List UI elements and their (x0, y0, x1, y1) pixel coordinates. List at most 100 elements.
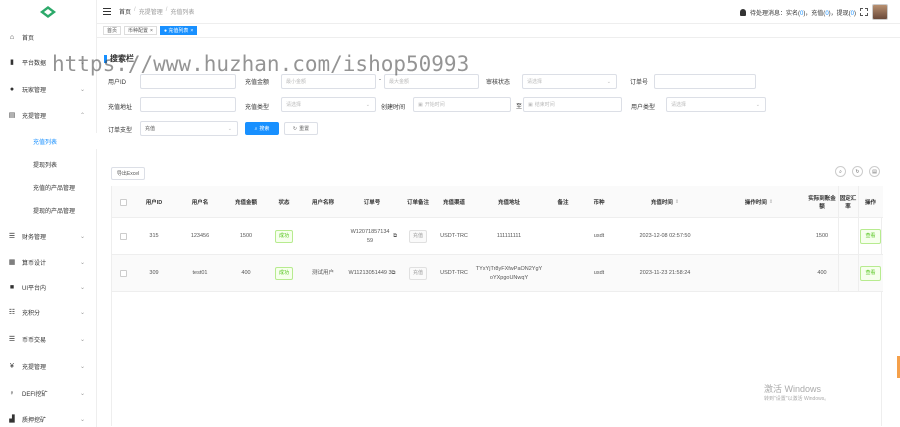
sidebar-item-label: 财务管理 (22, 234, 47, 241)
order-no-input[interactable] (654, 74, 756, 89)
start-time-input[interactable]: ▣ 开始时间 (413, 97, 511, 112)
chevron-down-icon: ⌄ (227, 125, 232, 132)
submenu-withdraw-products[interactable]: 提现的产品管理 (0, 202, 97, 218)
tag-home[interactable]: 首页 (103, 26, 122, 35)
view-button[interactable]: 查看 (860, 266, 881, 281)
recharge-type-select[interactable]: 请选择 ⌄ (281, 97, 376, 112)
row-checkbox[interactable] (119, 270, 127, 277)
th-recharge-time[interactable]: 充值时间 ⇕ (618, 186, 712, 218)
sort-icon[interactable]: ⇕ (675, 199, 679, 205)
cell-remark (546, 255, 580, 292)
row-checkbox[interactable] (119, 233, 127, 240)
table-row: 309 test01 400 成功 测试用户 W11213051449 3 ⧉ 充… (112, 255, 883, 292)
sidebar-item-recharge[interactable]: ▤ 充提管理 ⌃ (0, 106, 97, 124)
sidebar-item-label: 玩家管理 (22, 87, 47, 94)
cell-user-label (302, 218, 344, 255)
select-placeholder: 请选择 (286, 102, 302, 108)
sidebar-item-stake[interactable]: ▟ 质押挖矿 ⌄ (0, 410, 97, 427)
tag-coin-config[interactable]: 币种配置 × (124, 26, 157, 35)
view-button[interactable]: 查看 (860, 229, 881, 244)
amount-min-input[interactable]: 最小金额 (281, 74, 376, 89)
tag-recharge-list[interactable]: ● 充值列表 × (159, 26, 198, 35)
pending-notifications[interactable]: 待处理消息：实名(0)，充值(0)，提现(0) (750, 8, 856, 17)
breadcrumb-home[interactable]: 首页 (119, 7, 131, 16)
bell-icon[interactable] (739, 8, 746, 16)
sidebar: ⌂ 首页 ▮ 平台数据 ⌄ ● 玩家管理 ⌄ ▤ 充提管理 ⌃ 充值列表 提现列… (0, 0, 97, 427)
amount-max-input[interactable]: 最大金额 (384, 74, 479, 89)
sidebar-item-recharge-2[interactable]: ¥ 充提管理 ⌄ (0, 357, 97, 375)
export-excel-button[interactable]: 导出Excel (111, 167, 145, 180)
select-value: 充值 (145, 126, 156, 132)
copy-icon[interactable]: ⧉ (393, 232, 397, 241)
table-row: 315 123456 1500 成功 W12071857134 59 ⧉ 充值 U… (112, 218, 883, 255)
sidebar-item-exchange[interactable]: ☰ 币币交易 ⌄ (0, 330, 97, 348)
label-audit-status: 审核状态 (486, 80, 511, 86)
sidebar-item-platform[interactable]: ▮ 平台数据 ⌄ (0, 53, 97, 71)
search-section-icon (104, 54, 107, 63)
cell-order-note: 充值 (400, 218, 436, 255)
close-icon[interactable]: × (150, 28, 153, 34)
user-type-select[interactable]: 请选择 ⌄ (666, 97, 766, 112)
sidebar-item-coin[interactable]: ▦ 算币设计 ⌄ (0, 253, 97, 271)
audit-status-select[interactable]: 请选择 ⌄ (522, 74, 617, 89)
th-status: 状态 (278, 200, 290, 206)
cell-actions: 查看 (858, 255, 883, 292)
sidebar-item-players[interactable]: ● 玩家管理 ⌄ (0, 80, 97, 98)
sidebar-item-label: 充提管理 (22, 364, 47, 371)
submenu-withdraw-list[interactable]: 提现列表 (0, 156, 97, 172)
cell-amount: 1500 (239, 233, 253, 239)
close-icon[interactable]: × (190, 28, 193, 34)
chart-icon: ▮ (10, 59, 14, 66)
logo (0, 0, 96, 24)
cell-amount: 400 (241, 270, 251, 276)
sidebar-item-ui[interactable]: ■ UI平台内 ⌄ (0, 278, 97, 296)
user-id-input[interactable] (140, 74, 236, 89)
notif-text: ) (854, 10, 856, 17)
header-checkbox[interactable] (112, 186, 134, 218)
label-user-type: 用户类型 (631, 105, 656, 111)
reset-button[interactable]: ↻ 重置 (284, 122, 318, 135)
time-range-sep: 至 (516, 104, 523, 110)
end-time-input[interactable]: ▣ 结束时间 (523, 97, 622, 112)
refresh-icon[interactable]: ↻ (852, 166, 863, 177)
submenu-recharge-products[interactable]: 充值的产品管理 (0, 179, 97, 195)
exchange-icon: ☰ (8, 336, 16, 343)
column-divider (858, 186, 859, 292)
cell-channel: USDT-TRC (440, 270, 468, 276)
home-icon: ⌂ (9, 33, 15, 41)
search-button[interactable]: ⌕ 搜索 (245, 122, 279, 135)
order-type-select[interactable]: 充值 ⌄ (140, 121, 238, 136)
chevron-down-icon: ⌄ (79, 336, 85, 343)
fullscreen-icon[interactable] (860, 8, 868, 16)
sort-icon[interactable]: ⇕ (769, 199, 773, 205)
submenu-recharge-list[interactable]: 充值列表 (0, 133, 97, 149)
avatar[interactable] (872, 4, 888, 20)
cell-actions: 查看 (858, 218, 883, 255)
chevron-down-icon: ⌄ (79, 59, 85, 66)
label-order-no: 订单号 (630, 80, 649, 86)
wallet-icon: ▤ (8, 112, 16, 119)
tags-bar: 首页 币种配置 × ● 充值列表 × (97, 24, 900, 38)
order-no-text: W11213051449 3 (348, 270, 392, 276)
search-title-text: 搜索栏 (110, 54, 134, 63)
sidebar-item-points[interactable]: ☷ 充积分 ⌄ (0, 303, 97, 321)
breadcrumb-sep: / (134, 7, 136, 13)
chevron-down-icon: ⌄ (79, 416, 85, 423)
chevron-down-icon: ⌄ (79, 284, 85, 291)
columns-icon[interactable]: ▤ (869, 166, 880, 177)
sidebar-item-defi[interactable]: ♀ DEFI挖矿 ⌄ (0, 384, 97, 402)
copy-icon[interactable]: ⧉ (392, 269, 396, 278)
search-icon: ⌕ (254, 125, 258, 132)
sidebar-item-home[interactable]: ⌂ 首页 (0, 28, 97, 46)
th-operate-time[interactable]: 操作时间 ⇕ (712, 186, 806, 218)
breadcrumb-section[interactable]: 充提管理 (139, 7, 163, 16)
sidebar-item-finance[interactable]: ☰ 财务管理 ⌄ (0, 227, 97, 245)
cell-recharge-time: 2023-11-23 21:58:24 (639, 270, 691, 276)
select-all-checkbox[interactable] (119, 198, 127, 206)
chevron-down-icon: ⌄ (79, 363, 85, 370)
address-input[interactable] (140, 97, 236, 112)
breadcrumb-sep: / (165, 7, 168, 13)
select-placeholder: 请选择 (527, 79, 543, 85)
hamburger-icon[interactable] (103, 8, 111, 15)
search-toggle-icon[interactable]: ⌕ (835, 166, 846, 177)
